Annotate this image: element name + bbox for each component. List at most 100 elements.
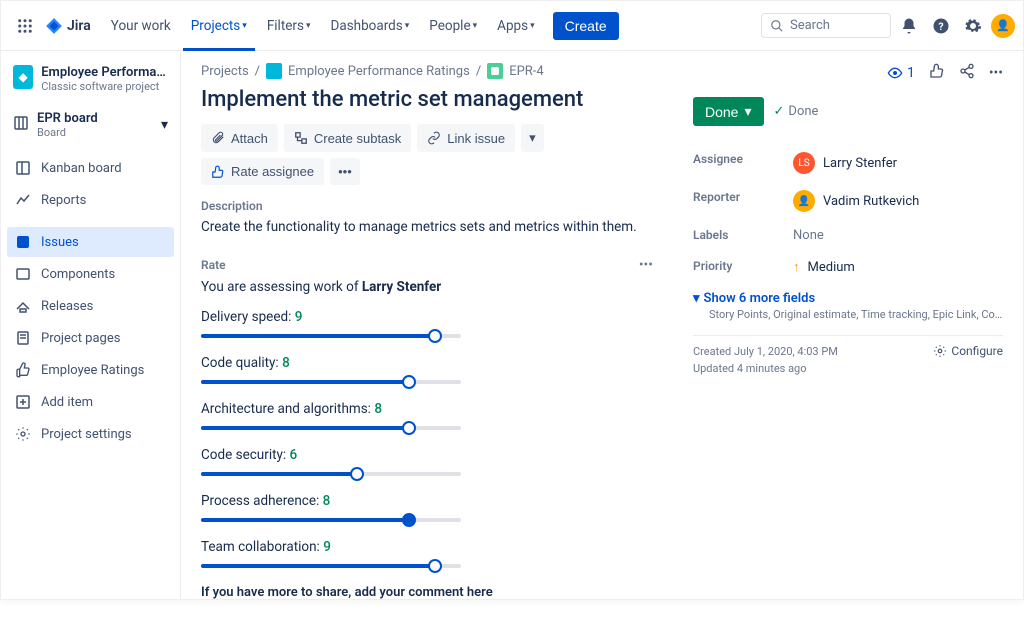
issues-icon: [15, 234, 31, 250]
create-button[interactable]: Create: [553, 12, 619, 40]
assignee-label: Assignee: [693, 152, 793, 174]
project-type: Classic software project: [41, 80, 168, 93]
sidebar-item-issues[interactable]: Issues: [7, 227, 174, 257]
metric-slider[interactable]: [201, 513, 461, 527]
rate-button[interactable]: Rate assignee: [201, 158, 324, 185]
board-icon: [13, 115, 29, 135]
vote-icon[interactable]: [929, 63, 945, 83]
nav-people[interactable]: People▾: [421, 14, 485, 38]
nav-your-work[interactable]: Your work: [103, 14, 179, 38]
priority-label: Priority: [693, 259, 793, 275]
metric-slider[interactable]: [201, 421, 461, 435]
metric-row: Code security: 6: [201, 447, 653, 481]
brand-text: Jira: [67, 18, 91, 34]
search-placeholder: Search: [790, 18, 830, 33]
comment-label: If you have more to share, add your comm…: [201, 585, 653, 599]
more-actions-button[interactable]: •••: [330, 158, 360, 185]
search-input[interactable]: Search: [761, 13, 891, 38]
breadcrumb: Projects / Employee Performance Ratings …: [201, 63, 653, 79]
sidebar-item-releases[interactable]: Releases: [7, 291, 174, 321]
done-indicator: ✓Done: [774, 104, 819, 119]
issue-more-icon[interactable]: •••: [989, 65, 1003, 81]
reporter-avatar: 👤: [793, 190, 815, 212]
metric-slider[interactable]: [201, 559, 461, 573]
notifications-icon[interactable]: [895, 12, 923, 40]
sidebar-item-ratings[interactable]: Employee Ratings: [7, 355, 174, 385]
sidebar-item-pages[interactable]: Project pages: [7, 323, 174, 353]
assignee-value[interactable]: LSLarry Stenfer: [793, 152, 1003, 174]
metric-label: Team collaboration: 9: [201, 539, 653, 555]
link-dropdown[interactable]: ▾: [521, 124, 544, 152]
add-icon: [15, 394, 31, 410]
thumbs-up-icon: [15, 362, 31, 378]
meta-dates: Created July 1, 2020, 4:03 PM Updated 4 …: [693, 344, 838, 377]
settings-icon[interactable]: [959, 12, 987, 40]
metric-slider[interactable]: [201, 375, 461, 389]
configure-button[interactable]: Configure: [933, 344, 1003, 358]
nav-apps[interactable]: Apps▾: [489, 14, 542, 38]
pages-icon: [15, 330, 31, 346]
project-type-icon: [266, 63, 282, 79]
app-switcher-icon[interactable]: [13, 14, 37, 38]
metric-slider[interactable]: [201, 467, 461, 481]
jira-logo[interactable]: Jira: [45, 17, 91, 35]
sidebar-item-components[interactable]: Components: [7, 259, 174, 289]
share-icon[interactable]: [959, 63, 975, 83]
issue-title: Implement the metric set management: [201, 87, 653, 112]
crumb-key[interactable]: EPR-4: [509, 64, 544, 79]
subtask-button[interactable]: Create subtask: [284, 124, 411, 152]
metric-label: Process adherence: 8: [201, 493, 653, 509]
chevron-down-icon: ▾: [161, 117, 168, 133]
metric-slider[interactable]: [201, 329, 461, 343]
metric-row: Architecture and algorithms: 8: [201, 401, 653, 435]
metric-row: Code quality: 8: [201, 355, 653, 389]
metric-label: Delivery speed: 9: [201, 309, 653, 325]
sidebar-item-settings[interactable]: Project settings: [7, 419, 174, 449]
link-button[interactable]: Link issue: [417, 124, 515, 152]
svg-text:?: ?: [938, 19, 943, 32]
metric-label: Code quality: 8: [201, 355, 653, 371]
kanban-icon: [15, 160, 31, 176]
attach-button[interactable]: Attach: [201, 124, 278, 152]
labels-label: Labels: [693, 228, 793, 243]
metric-row: Delivery speed: 9: [201, 309, 653, 343]
reports-icon: [15, 192, 31, 208]
metric-label: Code security: 6: [201, 447, 653, 463]
nav-dashboards[interactable]: Dashboards▾: [323, 14, 418, 38]
project-icon: ◆: [13, 65, 33, 89]
reporter-value[interactable]: 👤Vadim Rutkevich: [793, 190, 1003, 212]
show-more-sub: Story Points, Original estimate, Time tr…: [709, 308, 1003, 321]
reporter-label: Reporter: [693, 190, 793, 212]
board-selector[interactable]: EPR board Board ▾: [7, 105, 174, 145]
project-header: ◆ Employee Performance ... Classic softw…: [7, 61, 174, 97]
watchers[interactable]: 1: [887, 65, 915, 81]
sidebar-item-reports[interactable]: Reports: [7, 185, 174, 215]
user-avatar[interactable]: 👤: [991, 14, 1015, 38]
crumb-project[interactable]: Employee Performance Ratings: [288, 64, 470, 79]
components-icon: [15, 266, 31, 282]
rate-label: Rate: [201, 258, 226, 272]
assess-line: You are assessing work of Larry Stenfer: [201, 279, 653, 295]
metric-row: Team collaboration: 9: [201, 539, 653, 573]
rate-menu-icon[interactable]: •••: [639, 257, 653, 273]
description-label: Description: [201, 199, 653, 213]
help-icon[interactable]: ?: [927, 12, 955, 40]
nav-filters[interactable]: Filters▾: [259, 14, 319, 38]
metric-label: Architecture and algorithms: 8: [201, 401, 653, 417]
issue-type-icon: [487, 63, 503, 79]
assignee-avatar: LS: [793, 152, 815, 174]
labels-value[interactable]: None: [793, 228, 1003, 243]
metric-row: Process adherence: 8: [201, 493, 653, 527]
nav-projects[interactable]: Projects▾: [183, 1, 255, 51]
priority-icon: ↑: [793, 259, 800, 275]
gear-icon: [15, 426, 31, 442]
project-name: Employee Performance ...: [41, 65, 168, 80]
sidebar-item-add[interactable]: Add item: [7, 387, 174, 417]
description-text: Create the functionality to manage metri…: [201, 219, 653, 235]
releases-icon: [15, 298, 31, 314]
sidebar-item-kanban[interactable]: Kanban board: [7, 153, 174, 183]
priority-value[interactable]: ↑Medium: [793, 259, 1003, 275]
show-more-fields[interactable]: ▾Show 6 more fields: [693, 291, 1003, 306]
crumb-projects[interactable]: Projects: [201, 64, 249, 79]
status-button[interactable]: Done▾: [693, 97, 764, 126]
